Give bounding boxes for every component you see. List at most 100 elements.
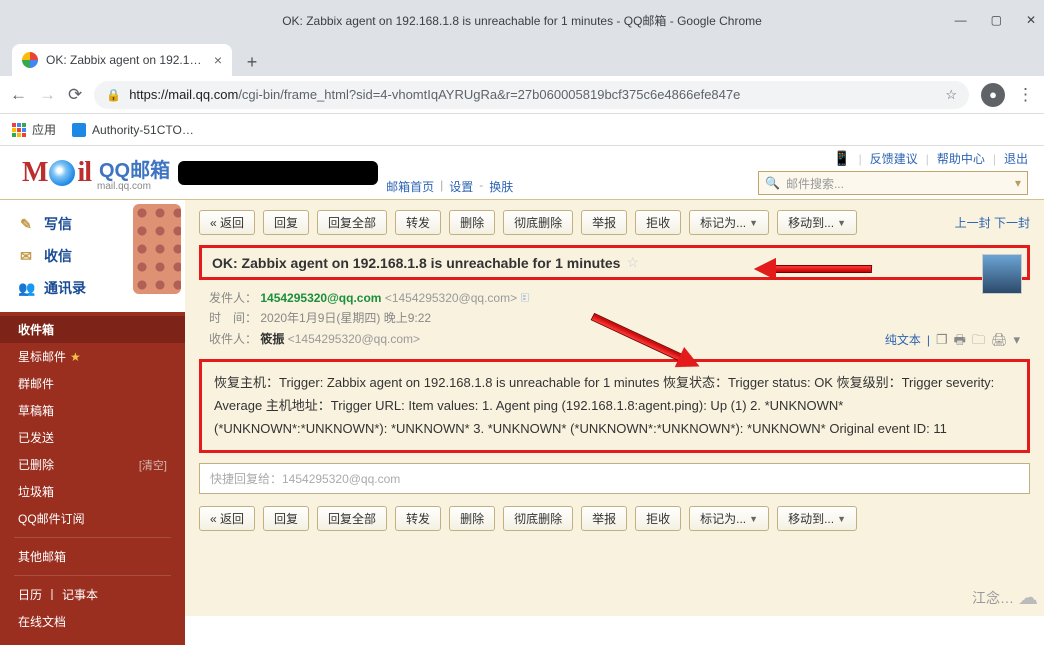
logo-brand-text: QQ邮箱 xyxy=(99,154,170,183)
chevron-down-icon: ▼ xyxy=(749,218,758,228)
sidebar-item-docs[interactable]: 在线文档 xyxy=(0,608,185,635)
link-mailbox-home[interactable]: 邮箱首页 xyxy=(386,178,434,195)
redacted-account xyxy=(178,161,378,185)
plain-text-toggle[interactable]: 纯文本 xyxy=(885,330,921,350)
annotation-arrow-1 xyxy=(754,258,874,280)
new-tab-button[interactable]: + xyxy=(238,48,266,76)
reply-button[interactable]: 回复 xyxy=(263,210,309,235)
browser-tab[interactable]: OK: Zabbix agent on 192.168.1.… × xyxy=(12,44,232,76)
logo-m-icon: M xyxy=(22,157,47,189)
subject-star-icon[interactable]: ☆ xyxy=(626,254,639,271)
link-logout[interactable]: 退出 xyxy=(1004,150,1028,167)
mail-body-text: 恢复主机：Trigger: Zabbix agent on 192.168.1.… xyxy=(214,375,994,436)
sidebar-item-other[interactable]: 其他邮箱 xyxy=(0,543,185,570)
delete-perm-button[interactable]: 彻底删除 xyxy=(503,210,573,235)
move-to-button-2[interactable]: 移动到...▼ xyxy=(777,506,857,531)
reply-button-2[interactable]: 回复 xyxy=(263,506,309,531)
link-feedback[interactable]: 反馈建议 xyxy=(870,150,918,167)
sender-address[interactable]: 1454295320@qq.com xyxy=(260,291,381,305)
bookmark-star-icon[interactable]: ☆ xyxy=(945,87,957,103)
apps-grid-icon xyxy=(12,123,26,137)
mail-search-input[interactable]: 🔍 邮件搜索... ▾ xyxy=(758,171,1028,195)
forward-button-2[interactable]: 转发 xyxy=(395,506,441,531)
bookmark-favicon-icon xyxy=(72,123,86,137)
tab-strip: OK: Zabbix agent on 192.168.1.… × + xyxy=(0,40,1044,76)
link-settings[interactable]: 设置 xyxy=(449,178,473,195)
maximize-button[interactable]: ▢ xyxy=(991,13,1002,27)
minimize-button[interactable]: — xyxy=(955,13,967,27)
close-button[interactable]: ✕ xyxy=(1026,13,1036,27)
mail-header: M il QQ邮箱 mail.qq.com 邮箱首页 | 设置 - 换肤 📱 |… xyxy=(0,146,1044,200)
mail-subject-highlight: OK: Zabbix agent on 192.168.1.8 is unrea… xyxy=(199,245,1030,280)
sidebar-item-group[interactable]: 群邮件 xyxy=(0,370,185,397)
contacts-icon: 👥 xyxy=(18,280,34,297)
logo-q-icon xyxy=(49,160,75,186)
menu-icon[interactable]: ⋮ xyxy=(1017,85,1034,105)
logo-sub-text: mail.qq.com xyxy=(97,181,170,192)
sidebar-item-inbox[interactable]: 收件箱 xyxy=(0,316,185,343)
move-to-button[interactable]: 移动到...▼ xyxy=(777,210,857,235)
save-icon[interactable]: 🗀 xyxy=(972,329,985,351)
sidebar-item-sent[interactable]: 已发送 xyxy=(0,424,185,451)
annotation-arrow-2 xyxy=(585,330,705,352)
apps-shortcut[interactable]: 应用 xyxy=(12,121,56,138)
sidebar-item-spam[interactable]: 垃圾箱 xyxy=(0,478,185,505)
back-button[interactable]: « 返回 xyxy=(199,210,255,235)
mobile-icon[interactable]: 📱 xyxy=(833,150,850,167)
forward-button[interactable]: 转发 xyxy=(395,210,441,235)
reject-button-2[interactable]: 拒收 xyxy=(635,506,681,531)
chevron-down-icon: ▼ xyxy=(837,218,846,228)
sidebar: ✎写信 ✉收信 👥通讯录 收件箱 星标邮件★ 群邮件 草稿箱 已发送 已删除[清… xyxy=(0,200,185,616)
back-button-2[interactable]: « 返回 xyxy=(199,506,255,531)
forward-icon[interactable]: → xyxy=(39,85,56,105)
mark-as-button-2[interactable]: 标记为...▼ xyxy=(689,506,769,531)
mark-as-button[interactable]: 标记为...▼ xyxy=(689,210,769,235)
omnibox[interactable]: 🔒 https://mail.qq.com/cgi-bin/frame_html… xyxy=(94,81,969,109)
sender-avatar[interactable] xyxy=(982,254,1022,294)
toolbar-bottom: « 返回 回复 回复全部 转发 删除 彻底删除 举报 拒收 标记为...▼ 移动… xyxy=(185,502,1044,541)
reject-button[interactable]: 拒收 xyxy=(635,210,681,235)
delete-perm-button-2[interactable]: 彻底删除 xyxy=(503,506,573,531)
profile-avatar-icon[interactable]: ● xyxy=(981,83,1005,107)
tab-close-icon[interactable]: × xyxy=(214,52,222,68)
receive-icon: ✉ xyxy=(18,248,34,265)
reply-all-button[interactable]: 回复全部 xyxy=(317,210,387,235)
reload-icon[interactable]: ⟳ xyxy=(68,85,82,105)
reply-all-button-2[interactable]: 回复全部 xyxy=(317,506,387,531)
clear-deleted[interactable]: [清空] xyxy=(139,457,167,473)
sidebar-item-deleted[interactable]: 已删除[清空] xyxy=(0,451,185,478)
quick-reply-input[interactable]: 快捷回复给：1454295320@qq.com xyxy=(199,463,1030,494)
link-help[interactable]: 帮助中心 xyxy=(937,150,985,167)
window-icon[interactable]: ❐ xyxy=(936,329,948,351)
mail-content: « 返回 回复 回复全部 转发 删除 彻底删除 举报 拒收 标记为...▼ 移动… xyxy=(185,200,1044,616)
sidebar-item-starred[interactable]: 星标邮件★ xyxy=(0,343,185,370)
bookmarks-bar: 应用 Authority-51CTO… xyxy=(0,114,1044,146)
address-bar: ← → ⟳ 🔒 https://mail.qq.com/cgi-bin/fram… xyxy=(0,76,1044,114)
report-button-2[interactable]: 举报 xyxy=(581,506,627,531)
recipient-name[interactable]: 筱振 xyxy=(260,332,284,346)
contact-card-icon[interactable]: 🗉 xyxy=(520,291,529,305)
header-nav-links: 邮箱首页 | 设置 - 换肤 xyxy=(386,178,513,195)
link-skin[interactable]: 换肤 xyxy=(489,178,513,195)
delete-button[interactable]: 删除 xyxy=(449,210,495,235)
more-dropdown-icon[interactable]: ▾ xyxy=(1013,329,1020,351)
prev-next-links[interactable]: 上一封 下一封 xyxy=(955,214,1030,231)
sidebar-decoration-icon xyxy=(133,204,181,294)
report-button[interactable]: 举报 xyxy=(581,210,627,235)
mail-logo[interactable]: M il QQ邮箱 mail.qq.com xyxy=(22,154,170,192)
tab-favicon-icon xyxy=(22,52,38,68)
bookmark-authority[interactable]: Authority-51CTO… xyxy=(72,123,194,137)
chevron-down-icon: ▼ xyxy=(837,514,846,524)
mail-body-highlight: 恢复主机：Trigger: Zabbix agent on 192.168.1.… xyxy=(199,359,1030,453)
url-text: https://mail.qq.com/cgi-bin/frame_html?s… xyxy=(129,87,740,102)
sidebar-item-calendar[interactable]: 日历丨记事本 xyxy=(0,581,185,608)
delete-button-2[interactable]: 删除 xyxy=(449,506,495,531)
search-dropdown-icon[interactable]: ▾ xyxy=(1015,176,1021,190)
search-icon: 🔍 xyxy=(765,176,780,190)
sidebar-item-drafts[interactable]: 草稿箱 xyxy=(0,397,185,424)
sidebar-item-subscribe[interactable]: QQ邮件订阅 xyxy=(0,505,185,532)
encoding-icon[interactable]: 🖶 xyxy=(954,329,966,351)
back-icon[interactable]: ← xyxy=(10,85,27,105)
compose-icon: ✎ xyxy=(18,216,34,233)
print-icon[interactable]: 🖨 xyxy=(991,329,1008,351)
